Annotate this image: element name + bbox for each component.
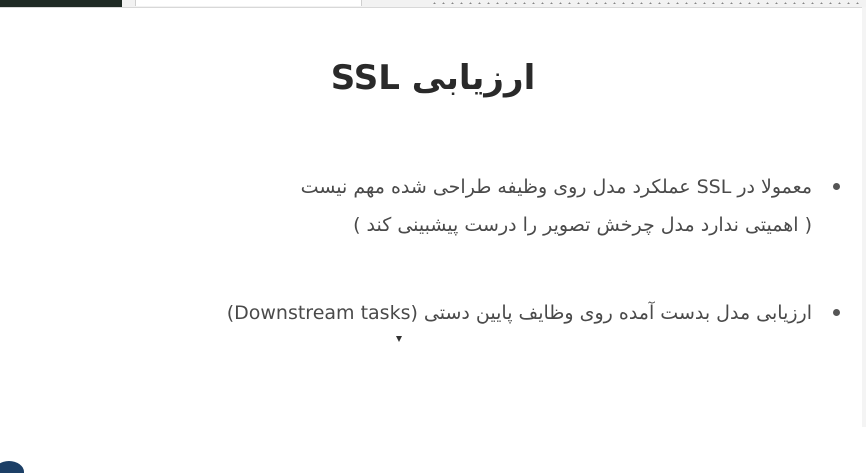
window-top-strip — [0, 0, 866, 8]
window-tab[interactable] — [135, 0, 362, 6]
bullet-1-line-2: ( اهمیتی ندارد مدل چرخش تصویر را درست پی… — [353, 214, 812, 236]
logo-icon — [0, 461, 24, 473]
bullet-dot-icon — [833, 309, 840, 316]
bullet-item-1: معمولا در SSL عملکرد مدل روی وظیفه طراحی… — [122, 168, 842, 244]
bullet-dot-icon — [833, 183, 840, 190]
window-top-dark-region — [0, 0, 122, 7]
mouse-cursor-icon — [396, 336, 402, 342]
right-edge-shadow — [862, 7, 866, 427]
bullet-2-line-1: ارزیابی مدل بدست آمده روی وظایف پایین دس… — [226, 302, 812, 324]
bullet-list: معمولا در SSL عملکرد مدل روی وظیفه طراحی… — [122, 168, 842, 332]
slide-frame: ارزیابی SSL معمولا در SSL عملکرد مدل روی… — [0, 0, 866, 473]
window-top-text-fragment — [430, 2, 860, 4]
bullet-1-line-1: معمولا در SSL عملکرد مدل روی وظیفه طراحی… — [300, 176, 812, 198]
slide-title: ارزیابی SSL — [330, 58, 536, 98]
bullet-item-2: ارزیابی مدل بدست آمده روی وظایف پایین دس… — [122, 294, 842, 332]
